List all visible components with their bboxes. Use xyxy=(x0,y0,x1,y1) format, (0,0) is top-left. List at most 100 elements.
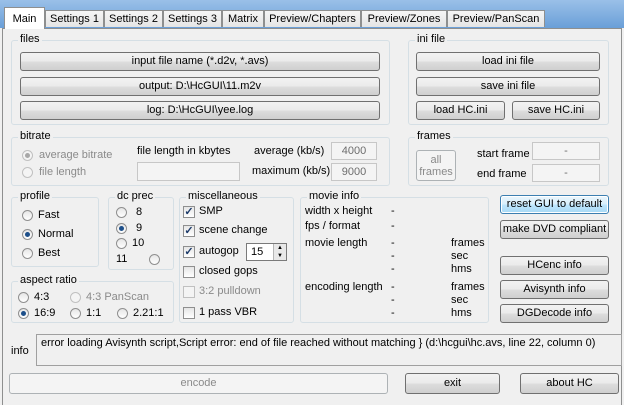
info-message: error loading Avisynth script,Script err… xyxy=(36,334,622,366)
tab-matrix[interactable]: Matrix xyxy=(222,10,264,27)
start-frame-input[interactable]: - xyxy=(532,142,600,160)
spinner-down-icon[interactable]: ▼ xyxy=(273,252,286,260)
tab-settings-1[interactable]: Settings 1 xyxy=(45,10,104,27)
movie-length-sec-unit: sec xyxy=(451,250,469,262)
bitrate-legend: bitrate xyxy=(18,130,53,142)
dc-prec-11-radio[interactable] xyxy=(149,254,160,265)
output-file-button[interactable]: output: D:\HcGUI\11.m2v xyxy=(20,77,380,96)
encoding-length-label: encoding length xyxy=(305,281,383,293)
closed-gops-label: closed gops xyxy=(199,265,258,277)
movie-length-hms-value: - xyxy=(391,263,395,275)
file-length-kbytes-input[interactable] xyxy=(137,162,240,181)
dc-prec-10-radio[interactable] xyxy=(116,238,127,249)
encoding-length-hms-unit: hms xyxy=(451,307,472,319)
average-kbs-input[interactable]: 4000 xyxy=(331,142,377,160)
load-hc-ini-button[interactable]: load HC.ini xyxy=(416,101,505,120)
aspect-2-21-1-label: 2.21:1 xyxy=(133,307,164,319)
miscellaneous-legend: miscellaneous xyxy=(186,190,260,202)
movie-length-sec-value: - xyxy=(391,250,395,262)
tab-settings-2[interactable]: Settings 2 xyxy=(104,10,163,27)
width-height-label: width x height xyxy=(305,205,373,217)
ini-legend: ini file xyxy=(415,33,448,45)
fps-format-value: - xyxy=(391,220,395,232)
autogop-spinner[interactable]: 15 ▲ ▼ xyxy=(246,243,287,261)
encoding-length-hms-value: - xyxy=(391,307,395,319)
fps-format-label: fps / format xyxy=(305,220,361,232)
profile-legend: profile xyxy=(18,190,52,202)
average-bitrate-radio[interactable] xyxy=(22,150,33,161)
aspect-4-3-panscan-radio[interactable] xyxy=(70,292,81,303)
dc-prec-9-label: 9 xyxy=(136,222,143,234)
end-frame-label: end frame xyxy=(477,168,527,180)
movie-length-frames-unit: frames xyxy=(451,237,485,249)
tab-preview-panscan[interactable]: Preview/PanScan xyxy=(447,10,545,27)
dc-prec-10-label: 10 xyxy=(132,237,145,249)
file-length-kbytes-label: file length in kbytes xyxy=(137,145,231,157)
closed-gops-checkbox[interactable] xyxy=(183,266,195,278)
average-bitrate-label: average bitrate xyxy=(39,149,113,161)
file-length-radio[interactable] xyxy=(22,167,33,178)
movie-info-legend: movie info xyxy=(307,190,362,202)
make-dvd-compliant-button[interactable]: make DVD compliant xyxy=(500,220,609,239)
dc-prec-8-radio[interactable] xyxy=(116,207,127,218)
aspect-1-1-label: 1:1 xyxy=(86,307,102,319)
maximum-kbs-label: maximum (kb/s) xyxy=(252,165,331,177)
aspect-4-3-panscan-label: 4:3 PanScan xyxy=(86,291,149,303)
profile-normal-radio[interactable] xyxy=(22,229,33,240)
movie-length-frames-value: - xyxy=(391,237,395,249)
dc-prec-9-radio[interactable] xyxy=(116,223,127,234)
encoding-length-sec-unit: sec xyxy=(451,294,469,306)
vbr-label: 1 pass VBR xyxy=(199,306,258,318)
encode-button[interactable]: encode xyxy=(9,373,388,394)
input-file-button[interactable]: input file name (*.d2v, *.avs) xyxy=(20,52,380,71)
aspect-2-21-1-radio[interactable] xyxy=(117,308,128,319)
aspect-ratio-legend: aspect ratio xyxy=(18,274,79,286)
movie-length-label: movie length xyxy=(305,237,368,249)
autogop-checkbox[interactable]: ✓ xyxy=(183,246,195,258)
avisynth-info-button[interactable]: Avisynth info xyxy=(500,280,609,299)
spinner-up-icon[interactable]: ▲ xyxy=(273,244,286,252)
autogop-value: 15 xyxy=(251,246,264,258)
vbr-checkbox[interactable] xyxy=(183,307,195,319)
encoding-length-frames-value: - xyxy=(391,281,395,293)
smp-label: SMP xyxy=(199,205,223,217)
pulldown-label: 3:2 pulldown xyxy=(199,285,261,297)
about-hc-button[interactable]: about HC xyxy=(520,373,619,394)
dc-prec-8-label: 8 xyxy=(136,206,143,218)
save-ini-button[interactable]: save ini file xyxy=(416,77,600,96)
aspect-1-1-radio[interactable] xyxy=(70,308,81,319)
encoding-length-frames-unit: frames xyxy=(451,281,485,293)
files-legend: files xyxy=(18,33,42,45)
log-file-button[interactable]: log: D:\HcGUI\yee.log xyxy=(20,101,380,120)
aspect-4-3-radio[interactable] xyxy=(18,292,29,303)
load-ini-button[interactable]: load ini file xyxy=(416,52,600,71)
pulldown-checkbox[interactable] xyxy=(183,286,195,298)
profile-best-radio[interactable] xyxy=(22,248,33,259)
maximum-kbs-input[interactable]: 9000 xyxy=(331,163,377,181)
info-label: info xyxy=(11,345,29,357)
exit-button[interactable]: exit xyxy=(405,373,500,394)
dc-prec-11-label: 11 xyxy=(116,253,128,265)
tab-main[interactable]: Main xyxy=(4,7,45,29)
dgdecode-info-button[interactable]: DGDecode info xyxy=(500,304,609,323)
scene-change-checkbox[interactable]: ✓ xyxy=(183,225,195,237)
save-hc-ini-button[interactable]: save HC.ini xyxy=(512,101,600,120)
profile-fast-radio[interactable] xyxy=(22,210,33,221)
profile-fast-label: Fast xyxy=(38,209,60,221)
start-frame-label: start frame xyxy=(477,148,530,160)
tab-preview-chapters[interactable]: Preview/Chapters xyxy=(264,10,361,27)
tab-bar: Main Settings 1 Settings 2 Settings 3 Ma… xyxy=(0,0,624,29)
tab-settings-3[interactable]: Settings 3 xyxy=(163,10,222,27)
tab-preview-zones[interactable]: Preview/Zones xyxy=(361,10,447,27)
smp-checkbox[interactable]: ✓ xyxy=(183,206,195,218)
movie-length-hms-unit: hms xyxy=(451,263,472,275)
autogop-label: autogop xyxy=(199,245,239,257)
aspect-16-9-radio[interactable] xyxy=(18,308,29,319)
reset-gui-button[interactable]: reset GUI to default xyxy=(500,195,609,214)
hcenc-info-button[interactable]: HCenc info xyxy=(500,256,609,275)
all-frames-button[interactable]: all frames xyxy=(416,150,456,181)
scene-change-label: scene change xyxy=(199,224,268,236)
end-frame-input[interactable]: - xyxy=(532,164,600,182)
average-kbs-label: average (kb/s) xyxy=(254,145,325,157)
encoding-length-sec-value: - xyxy=(391,294,395,306)
